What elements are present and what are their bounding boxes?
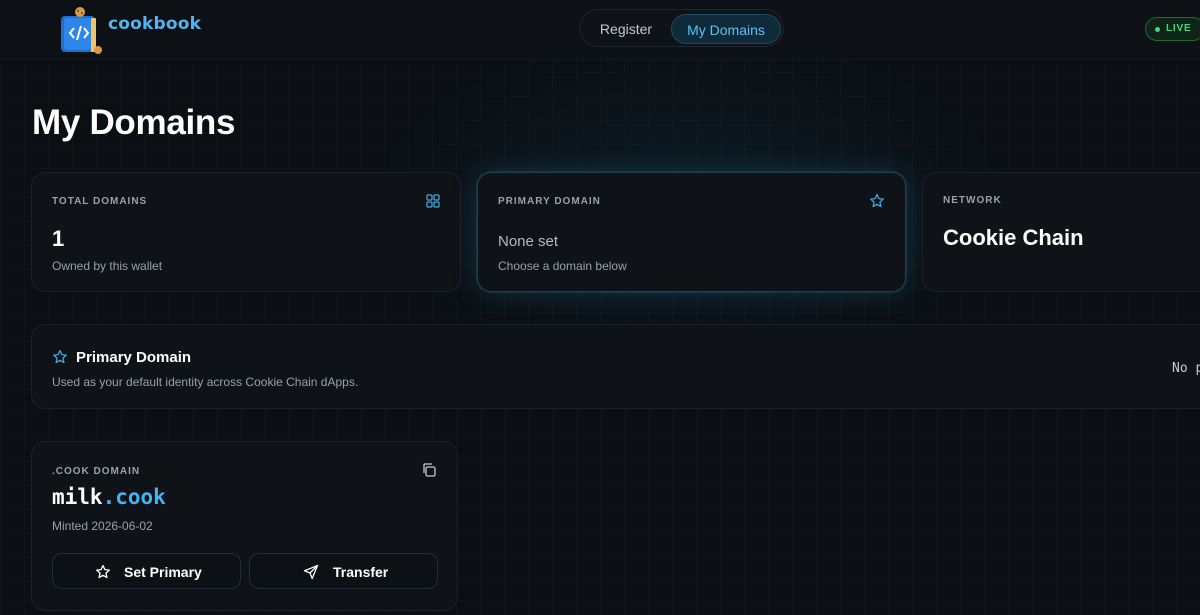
domain-name: milk.cook — [52, 485, 166, 509]
star-icon — [96, 564, 110, 579]
send-icon — [303, 564, 319, 580]
domain-type-label: .COOK DOMAIN — [52, 466, 141, 477]
total-domains-card: TOTAL DOMAINS 1 Owned by this wallet — [31, 172, 461, 292]
primary-domain-card: PRIMARY DOMAIN None set Choose a domain … — [477, 172, 906, 292]
network-card: NETWORK Cookie Chain — [922, 172, 1200, 292]
domain-tld: .cook — [102, 485, 166, 509]
transfer-button[interactable]: Transfer — [249, 553, 438, 589]
brand-logo[interactable]: cookbook — [58, 2, 202, 54]
primary-domain-sub: Choose a domain below — [498, 259, 627, 273]
domain-minted-date: Minted 2026-06-02 — [52, 519, 153, 533]
top-header: cookbook Register My Domains LIVE — [0, 0, 1200, 60]
transfer-label: Transfer — [333, 564, 389, 580]
primary-section-empty-text: No p — [1172, 361, 1200, 376]
copy-icon[interactable] — [421, 462, 437, 478]
primary-domain-section: Primary Domain Used as your default iden… — [31, 324, 1200, 409]
domain-card: .COOK DOMAIN milk.cook Minted 2026-06-02… — [31, 441, 458, 611]
main-nav: Register My Domains — [579, 9, 784, 47]
total-domains-value: 1 — [52, 226, 65, 251]
live-status-label: LIVE — [1166, 23, 1192, 34]
total-domains-sub: Owned by this wallet — [52, 259, 163, 273]
grid-icon — [426, 194, 440, 208]
set-primary-label: Set Primary — [124, 564, 202, 580]
brand-name: cookbook — [108, 14, 202, 34]
cookbook-logo-icon — [61, 7, 102, 54]
primary-section-title: Primary Domain — [76, 349, 192, 366]
primary-section-description: Used as your default identity across Coo… — [52, 375, 359, 389]
domain-name-label: milk — [52, 485, 103, 509]
page-title: My Domains — [32, 103, 236, 142]
live-status-badge: LIVE — [1145, 17, 1200, 41]
set-primary-button[interactable]: Set Primary — [52, 553, 241, 589]
live-dot-icon — [1155, 27, 1160, 32]
network-value: Cookie Chain — [943, 225, 1084, 250]
primary-domain-value: None set — [498, 233, 559, 250]
star-icon — [870, 193, 884, 208]
network-label: NETWORK — [943, 195, 1002, 206]
star-icon — [53, 349, 67, 364]
total-domains-label: TOTAL DOMAINS — [52, 196, 148, 207]
nav-my-domains[interactable]: My Domains — [671, 14, 781, 44]
primary-domain-label: PRIMARY DOMAIN — [498, 196, 601, 207]
nav-register[interactable]: Register — [588, 14, 664, 44]
